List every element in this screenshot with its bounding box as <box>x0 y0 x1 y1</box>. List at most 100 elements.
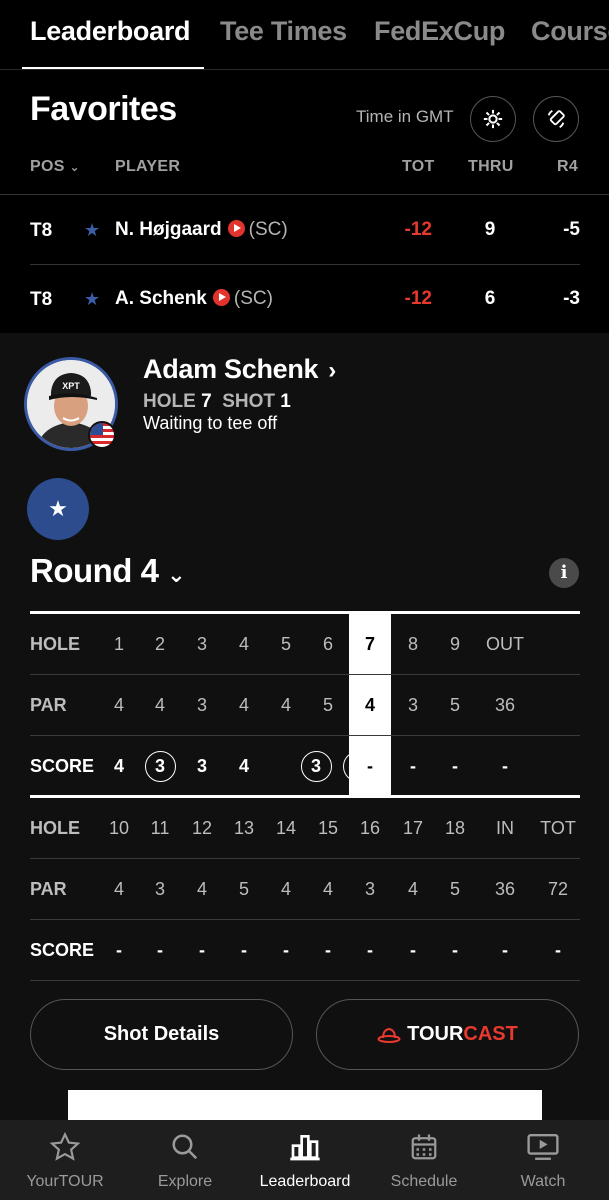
back-par-row: PAR 4 3 4 5 4 4 3 4 5 36 72 <box>30 859 580 919</box>
hole-cell: 3 <box>196 634 207 654</box>
birdie-score-cell: 3 <box>140 751 180 782</box>
par-cell: 4 <box>238 695 249 715</box>
score-cell: - <box>502 756 508 776</box>
star-outline-icon <box>49 1131 81 1161</box>
birdie-score-cell: 3 <box>296 751 336 782</box>
score-cell: - <box>199 940 205 960</box>
score-cell: - <box>555 940 561 960</box>
nav-explore[interactable]: Explore <box>125 1120 245 1200</box>
par-cell: 4 <box>407 879 418 899</box>
us-flag-icon <box>88 421 116 449</box>
cap-logo-text: XPT <box>62 381 80 391</box>
score-cell: - <box>283 940 289 960</box>
par-cell: 36 <box>494 879 516 899</box>
par-cell: 4 <box>113 695 124 715</box>
row-player: N. Højgaard (SC) <box>115 219 288 241</box>
row-player-name[interactable]: N. Højgaard <box>115 219 222 240</box>
row-position: T8 <box>30 220 53 241</box>
bottom-nav-bar: YourTOUR Explore Leaderboard Schedule Wa… <box>0 1120 609 1200</box>
leaderboard-row[interactable]: T8 ★ A. Schenk (SC) -12 6 -3 <box>0 267 609 333</box>
hole-shot-info: HOLE 7 SHOT 1 <box>143 391 291 413</box>
nav-label: Explore <box>157 1173 213 1190</box>
favorite-star-icon[interactable]: ★ <box>84 220 100 241</box>
row-round4: -3 <box>563 288 580 309</box>
info-icon[interactable]: i <box>549 558 579 588</box>
tab-tee-times[interactable]: Tee Times <box>220 16 347 47</box>
time-zone-label: Time in GMT <box>356 107 454 126</box>
row-player-name[interactable]: A. Schenk <box>115 288 207 309</box>
score-value: 4 <box>342 751 374 782</box>
birdie-score-cell: 4 <box>338 751 378 782</box>
play-video-icon[interactable] <box>227 220 245 237</box>
star-icon: ★ <box>48 496 68 521</box>
score-cell: - <box>502 940 508 960</box>
tab-course[interactable]: Course <box>531 16 609 47</box>
score-value: 3 <box>144 751 176 782</box>
leaderboard-icon <box>290 1135 320 1161</box>
par-cell: 4 <box>322 879 333 899</box>
row-label: PAR <box>30 879 67 899</box>
row-total: -12 <box>404 288 432 309</box>
hole-cell: 10 <box>108 818 130 838</box>
nav-label: Watch <box>520 1173 566 1190</box>
nav-schedule[interactable]: Schedule <box>364 1120 484 1200</box>
play-video-icon[interactable] <box>212 289 230 306</box>
front-score-row: SCORE 4 3 3 4 3 4 - - - <box>30 736 580 796</box>
nav-yourtour[interactable]: YourTOUR <box>5 1120 125 1200</box>
hole-cell: 1 <box>113 634 124 654</box>
player-name: Adam Schenk <box>143 354 319 384</box>
score-cell: - <box>241 940 247 960</box>
row-label: HOLE <box>30 634 81 654</box>
nav-leaderboard[interactable]: Leaderboard <box>245 1120 365 1200</box>
score-cell: - <box>325 940 331 960</box>
round-selector[interactable]: Round 4 ⌄ <box>30 552 186 590</box>
search-icon <box>172 1134 198 1160</box>
row-label: SCORE <box>30 940 95 960</box>
shot-details-button[interactable]: Shot Details <box>30 999 293 1070</box>
hole-cell: TOT <box>540 818 576 838</box>
tab-fedexcup[interactable]: FedExCup <box>374 16 505 47</box>
par-cell: 3 <box>196 695 207 715</box>
settings-button[interactable] <box>470 96 516 142</box>
hole-cell: 9 <box>449 634 460 654</box>
chevron-down-icon: ⌄ <box>167 562 186 587</box>
active-tab-indicator <box>22 67 204 69</box>
par-cell: 5 <box>238 879 249 899</box>
column-r4: R4 <box>557 158 579 175</box>
column-thru: THRU <box>468 158 514 175</box>
score-cell: - <box>410 756 416 776</box>
favorite-toggle-button[interactable]: ★ <box>27 478 89 540</box>
chevron-down-icon: ⌄ <box>69 160 80 174</box>
column-pos[interactable]: POS ⌄ <box>30 158 80 176</box>
hole-cell: 2 <box>154 634 165 654</box>
gear-icon <box>483 109 503 129</box>
video-play-icon <box>527 1134 559 1160</box>
score-value: 3 <box>300 751 332 782</box>
nav-watch[interactable]: Watch <box>483 1120 603 1200</box>
par-cell: 4 <box>196 879 207 899</box>
divider <box>0 194 609 195</box>
hole-cell: 16 <box>359 818 381 838</box>
tourcast-label-b: CAST <box>463 1023 518 1045</box>
score-cell: 4 <box>113 756 124 776</box>
player-name-link[interactable]: Adam Schenk › <box>143 354 336 385</box>
leaderboard-row[interactable]: T8 ★ N. Højgaard (SC) -12 9 -5 <box>0 198 609 264</box>
score-cell: - <box>367 940 373 960</box>
par-cell: 4 <box>280 695 291 715</box>
calendar-icon <box>411 1134 437 1160</box>
row-player: A. Schenk (SC) <box>115 288 273 310</box>
rotate-view-button[interactable] <box>533 96 579 142</box>
hole-cell: 13 <box>233 818 255 838</box>
column-tot: TOT <box>402 158 435 175</box>
favorites-title: Favorites <box>30 90 177 128</box>
favorite-star-icon[interactable]: ★ <box>84 289 100 310</box>
divider <box>30 980 580 981</box>
par-cell: 3 <box>364 879 375 899</box>
ad-banner[interactable] <box>68 1090 542 1120</box>
row-label: SCORE <box>30 756 95 776</box>
tab-leaderboard[interactable]: Leaderboard <box>30 16 191 47</box>
par-cell: 5 <box>449 879 460 899</box>
row-thru: 6 <box>484 288 496 309</box>
chevron-right-icon: › <box>328 357 336 384</box>
tourcast-button[interactable]: TOUR CAST <box>316 999 579 1070</box>
